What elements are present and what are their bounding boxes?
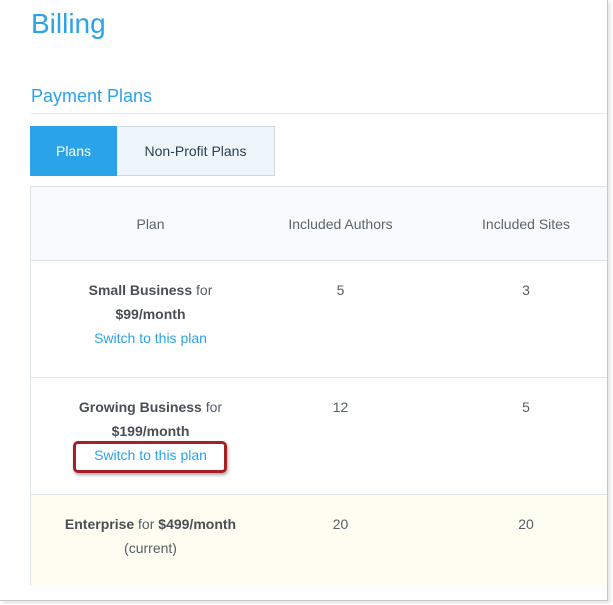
billing-page: Billing Payment Plans Plans Non-Profit P… (0, 0, 608, 601)
included-sites-value: 5 (522, 399, 530, 415)
plan-price: $499/month (158, 516, 237, 532)
plan-for-text: for (134, 516, 159, 532)
column-header-included-authors: Included Authors (288, 216, 393, 232)
included-authors-value: 20 (332, 516, 349, 532)
plan-cell: Small Business for $99/month Switch to t… (31, 278, 270, 350)
table-row-enterprise-current: Enterprise for $499/month (current) 20 2… (31, 495, 607, 586)
plan-title-line: Growing Business for (31, 395, 270, 419)
table-header-row: Plan Included Authors Included Sites (31, 187, 607, 261)
page-title: Billing (31, 8, 106, 39)
included-sites-value: 3 (522, 282, 530, 298)
tab-plans[interactable]: Plans (30, 126, 117, 176)
column-header-included-sites: Included Sites (482, 216, 570, 232)
switch-plan-link-growing-business[interactable]: Switch to this plan (94, 443, 207, 467)
included-authors-value: 5 (336, 282, 345, 298)
plan-name: Enterprise (64, 516, 135, 532)
switch-plan-link-small-business[interactable]: Switch to this plan (94, 326, 207, 350)
included-authors-value: 12 (332, 399, 349, 415)
table-row-growing-business: Growing Business for $199/month Switch t… (31, 378, 607, 495)
plans-table: Plan Included Authors Included Sites Sma… (30, 186, 607, 586)
plan-name: Growing Business (78, 399, 202, 415)
section-divider (31, 113, 607, 114)
plan-cell: Growing Business for $199/month Switch t… (31, 395, 270, 467)
plan-cell: Enterprise for $499/month (current) (31, 512, 270, 560)
plan-price: $99/month (115, 306, 186, 322)
plan-price: $199/month (111, 423, 190, 439)
plan-tabs: Plans Non-Profit Plans (30, 126, 275, 176)
table-row-small-business: Small Business for $99/month Switch to t… (31, 261, 607, 378)
included-sites-value: 20 (518, 516, 534, 532)
plan-for-text: for (201, 399, 223, 415)
tab-non-profit-plans[interactable]: Non-Profit Plans (117, 126, 275, 176)
plan-name: Small Business (88, 282, 193, 298)
plan-title-line: Enterprise for $499/month (31, 512, 270, 536)
plan-title-line: Small Business for (31, 278, 270, 302)
column-header-plan: Plan (136, 216, 165, 232)
current-plan-label: (current) (124, 540, 177, 556)
section-title-payment-plans: Payment Plans (31, 86, 153, 106)
plan-for-text: for (192, 282, 213, 298)
